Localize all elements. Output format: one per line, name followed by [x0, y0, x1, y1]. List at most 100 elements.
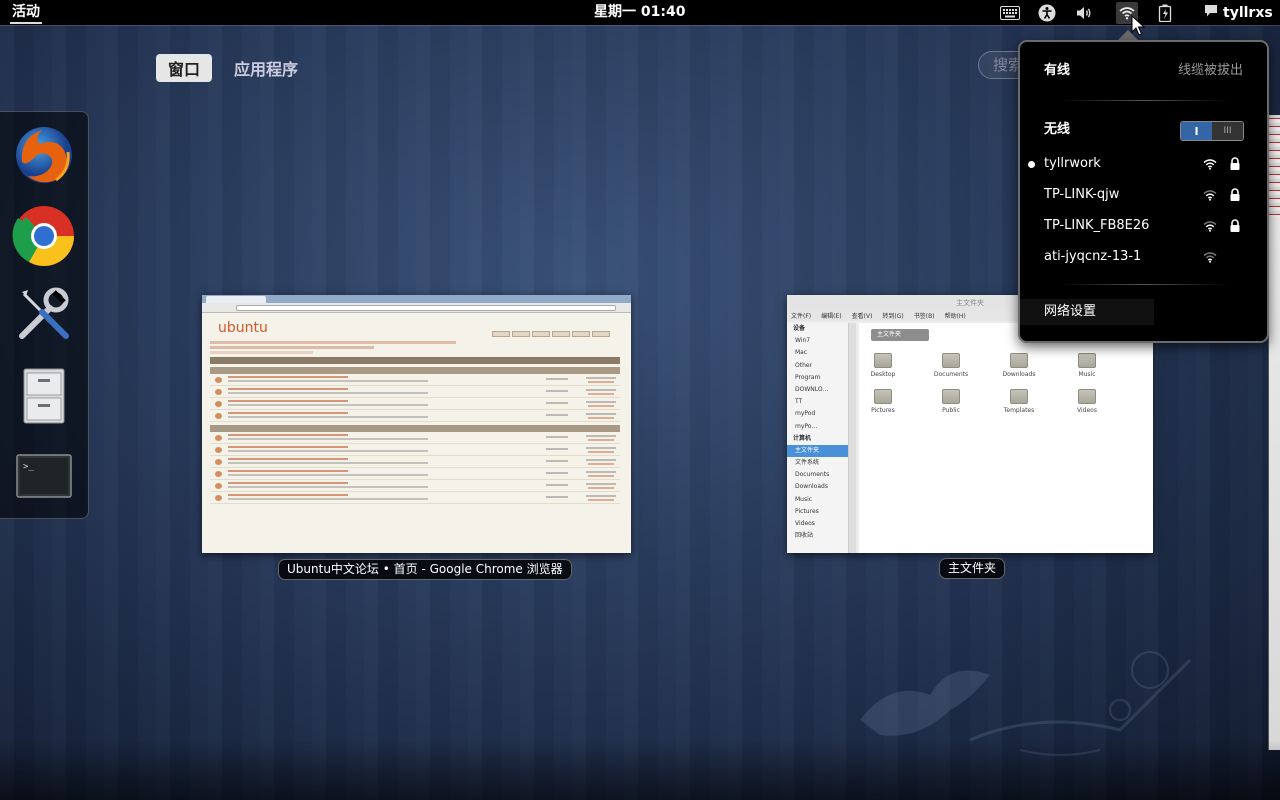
sidebar-item[interactable]: 主文件夹 [787, 444, 848, 458]
sidebar-item[interactable]: Win7 [787, 335, 848, 347]
volume-icon[interactable] [1075, 3, 1095, 23]
user-menu[interactable]: tyllrxs [1204, 0, 1273, 25]
wired-row[interactable]: 有线 线缆被拔出 [1020, 58, 1267, 84]
tab-applications[interactable]: 应用程序 [222, 54, 310, 82]
browser-tabstrip [202, 295, 631, 303]
folder-item[interactable]: Videos [1067, 389, 1107, 414]
folder-icon [1010, 353, 1028, 368]
sidebar-item[interactable]: Program [787, 372, 848, 384]
network-menu: 有线 线缆被拔出 无线 I III tyllrwork TP-LINK-qjw … [1018, 40, 1269, 343]
lock-icon [1227, 218, 1243, 234]
folder-icon [1078, 389, 1096, 404]
sidebar-item[interactable]: TT [787, 396, 848, 408]
dash: >_ [0, 111, 89, 519]
sidebar-item[interactable]: Downloads [787, 481, 848, 493]
sidebar-item[interactable]: myPod [787, 408, 848, 420]
sidebar-item[interactable]: 文件系统 [787, 457, 848, 469]
clock-button[interactable]: 星期一 01:40 [594, 0, 685, 25]
toggle-off-label: III [1212, 122, 1243, 140]
mouse-cursor-icon [1131, 15, 1145, 36]
folder-icon [874, 353, 892, 368]
browser-address-bar [202, 303, 631, 313]
sidebar-item[interactable]: 回收站 [787, 530, 848, 542]
menu-separator [1060, 100, 1230, 101]
network-item[interactable]: TP-LINK_FB8E26 [1020, 213, 1267, 239]
menu-view[interactable]: 查看(V) [852, 311, 873, 321]
wireless-toggle[interactable]: I III [1180, 121, 1244, 141]
network-item[interactable]: ati-jyqcnz-13-1 [1020, 244, 1267, 270]
folder-icon [874, 389, 892, 404]
sidebar-item[interactable]: Other [787, 360, 848, 372]
sidebar-item[interactable]: Documents [787, 469, 848, 481]
sidebar-item[interactable]: Pictures [787, 506, 848, 518]
forum-page: ubuntu [210, 315, 620, 504]
connected-dot-icon [1028, 161, 1035, 168]
folder-icon [1078, 353, 1096, 368]
sidebar-header-computer: 计算机 [793, 434, 812, 442]
network-ssid: TP-LINK_FB8E26 [1044, 218, 1150, 233]
bottom-shade [0, 740, 1280, 800]
window-thumbnail-chrome[interactable]: ubuntu [202, 295, 631, 553]
wired-status: 线缆被拔出 [1177, 63, 1243, 78]
sidebar-header-devices: 设备 [793, 325, 806, 332]
folder-item[interactable]: Documents [931, 353, 971, 378]
sidebar-scrollbar[interactable] [849, 323, 856, 553]
folder-item[interactable]: Desktop [863, 353, 903, 378]
svg-text:>_: >_ [23, 462, 34, 472]
folder-item[interactable]: Templates [999, 389, 1039, 414]
top-panel: 活动 星期一 01:40 tyllrxs [0, 0, 1280, 25]
lock-icon [1227, 187, 1243, 203]
files-main-view: 主文件夹 Desktop Documents Downloads Music P… [859, 323, 1153, 553]
battery-icon[interactable] [1155, 3, 1175, 23]
menu-edit[interactable]: 编辑(E) [821, 311, 841, 321]
sidebar-item[interactable]: DOWNLO… [787, 384, 848, 396]
wired-label: 有线 [1044, 63, 1071, 78]
toggle-on-label: I [1181, 122, 1212, 140]
menu-bookmarks[interactable]: 书签(B) [914, 311, 935, 321]
firefox-icon[interactable] [10, 120, 78, 188]
keyboard-icon[interactable] [1000, 3, 1020, 23]
files-sidebar: 设备 Win7 Mac Other Program DOWNLO… TT myP… [787, 323, 849, 553]
sidebar-item[interactable]: myPo… [787, 421, 848, 433]
network-ssid: TP-LINK-qjw [1044, 187, 1120, 202]
wifi-signal-icon [1202, 156, 1218, 172]
sidebar-item[interactable]: Videos [787, 518, 848, 530]
network-ssid: ati-jyqcnz-13-1 [1044, 249, 1142, 264]
wifi-signal-icon [1202, 249, 1218, 265]
folder-item[interactable]: Music [1067, 353, 1107, 378]
wifi-signal-icon [1202, 187, 1218, 203]
chat-icon [1204, 4, 1218, 22]
tools-icon[interactable] [10, 280, 78, 348]
breadcrumb[interactable]: 主文件夹 [871, 329, 929, 341]
menu-help[interactable]: 帮助(H) [945, 311, 966, 321]
network-settings-item[interactable]: 网络设置 [1020, 299, 1154, 325]
menu-file[interactable]: 文件(F) [791, 311, 811, 321]
offscreen-window-content [1268, 115, 1280, 217]
file-cabinet-icon[interactable] [10, 362, 78, 430]
username-label: tyllrxs [1223, 4, 1273, 21]
folder-item[interactable]: Pictures [863, 389, 903, 414]
window-caption-files[interactable]: 主文件夹 [939, 558, 1006, 579]
activities-button[interactable]: 活动 [10, 0, 42, 25]
menu-separator [1060, 284, 1230, 285]
window-caption-chrome[interactable]: Ubuntu中文论坛 • 首页 - Google Chrome 浏览器 [278, 559, 572, 580]
lock-icon [1227, 156, 1243, 172]
ubuntu-logo: ubuntu [218, 320, 268, 336]
network-item[interactable]: TP-LINK-qjw [1020, 182, 1267, 208]
wifi-signal-icon [1202, 218, 1218, 234]
folder-icon [1010, 389, 1028, 404]
network-ssid: tyllrwork [1044, 156, 1101, 171]
view-selector: 窗口 应用程序 [156, 54, 310, 82]
wireless-label: 无线 [1044, 122, 1071, 137]
terminal-icon[interactable]: >_ [10, 442, 78, 510]
menu-go[interactable]: 转到(G) [882, 311, 903, 321]
folder-item[interactable]: Public [931, 389, 971, 414]
network-item[interactable]: tyllrwork [1020, 151, 1267, 177]
sidebar-item[interactable]: Music [787, 494, 848, 506]
tab-windows[interactable]: 窗口 [156, 54, 213, 82]
sidebar-item[interactable]: Mac [787, 347, 848, 359]
accessibility-icon[interactable] [1037, 3, 1057, 23]
folder-item[interactable]: Downloads [999, 353, 1039, 378]
chrome-icon[interactable] [10, 202, 78, 270]
folder-icon [942, 353, 960, 368]
